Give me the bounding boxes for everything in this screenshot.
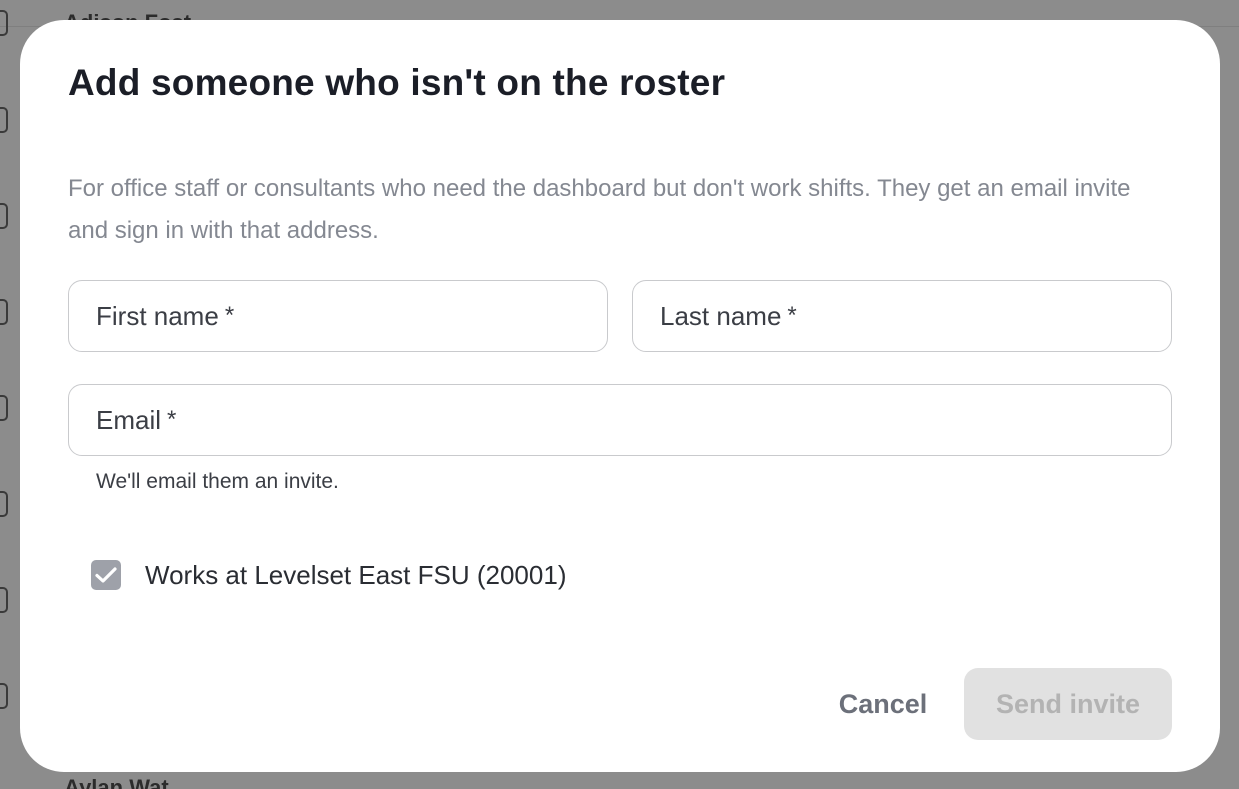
email-field[interactable]: Email * <box>68 384 1172 456</box>
send-invite-button[interactable]: Send invite <box>964 668 1172 740</box>
works-at-location-label[interactable]: Works at Levelset East FSU (20001) <box>145 560 566 590</box>
row-checkbox <box>0 395 8 421</box>
last-name-field[interactable]: Last name * <box>632 280 1172 352</box>
row-name: Aylan Wat... <box>64 775 188 789</box>
dialog-description: For office staff or consultants who need… <box>68 175 1131 244</box>
works-at-location-checkbox[interactable] <box>91 560 121 590</box>
first-name-input[interactable] <box>69 281 607 351</box>
row-checkbox <box>0 107 8 133</box>
checkmark-icon <box>95 567 117 583</box>
dialog-title: Add someone who isn't on the roster <box>68 62 726 103</box>
row-checkbox <box>0 587 8 613</box>
row-checkbox <box>0 10 8 36</box>
email-input[interactable] <box>69 385 1171 455</box>
row-checkbox <box>0 203 8 229</box>
row-checkbox <box>0 491 8 517</box>
first-name-field[interactable]: First name * <box>68 280 608 352</box>
row-checkbox <box>0 683 8 709</box>
email-helper-text: We'll email them an invite. <box>96 470 339 493</box>
last-name-input[interactable] <box>633 281 1171 351</box>
row-checkbox <box>0 299 8 325</box>
add-person-dialog: Add someone who isn't on the roster For … <box>20 20 1220 772</box>
cancel-button[interactable]: Cancel <box>826 684 940 724</box>
